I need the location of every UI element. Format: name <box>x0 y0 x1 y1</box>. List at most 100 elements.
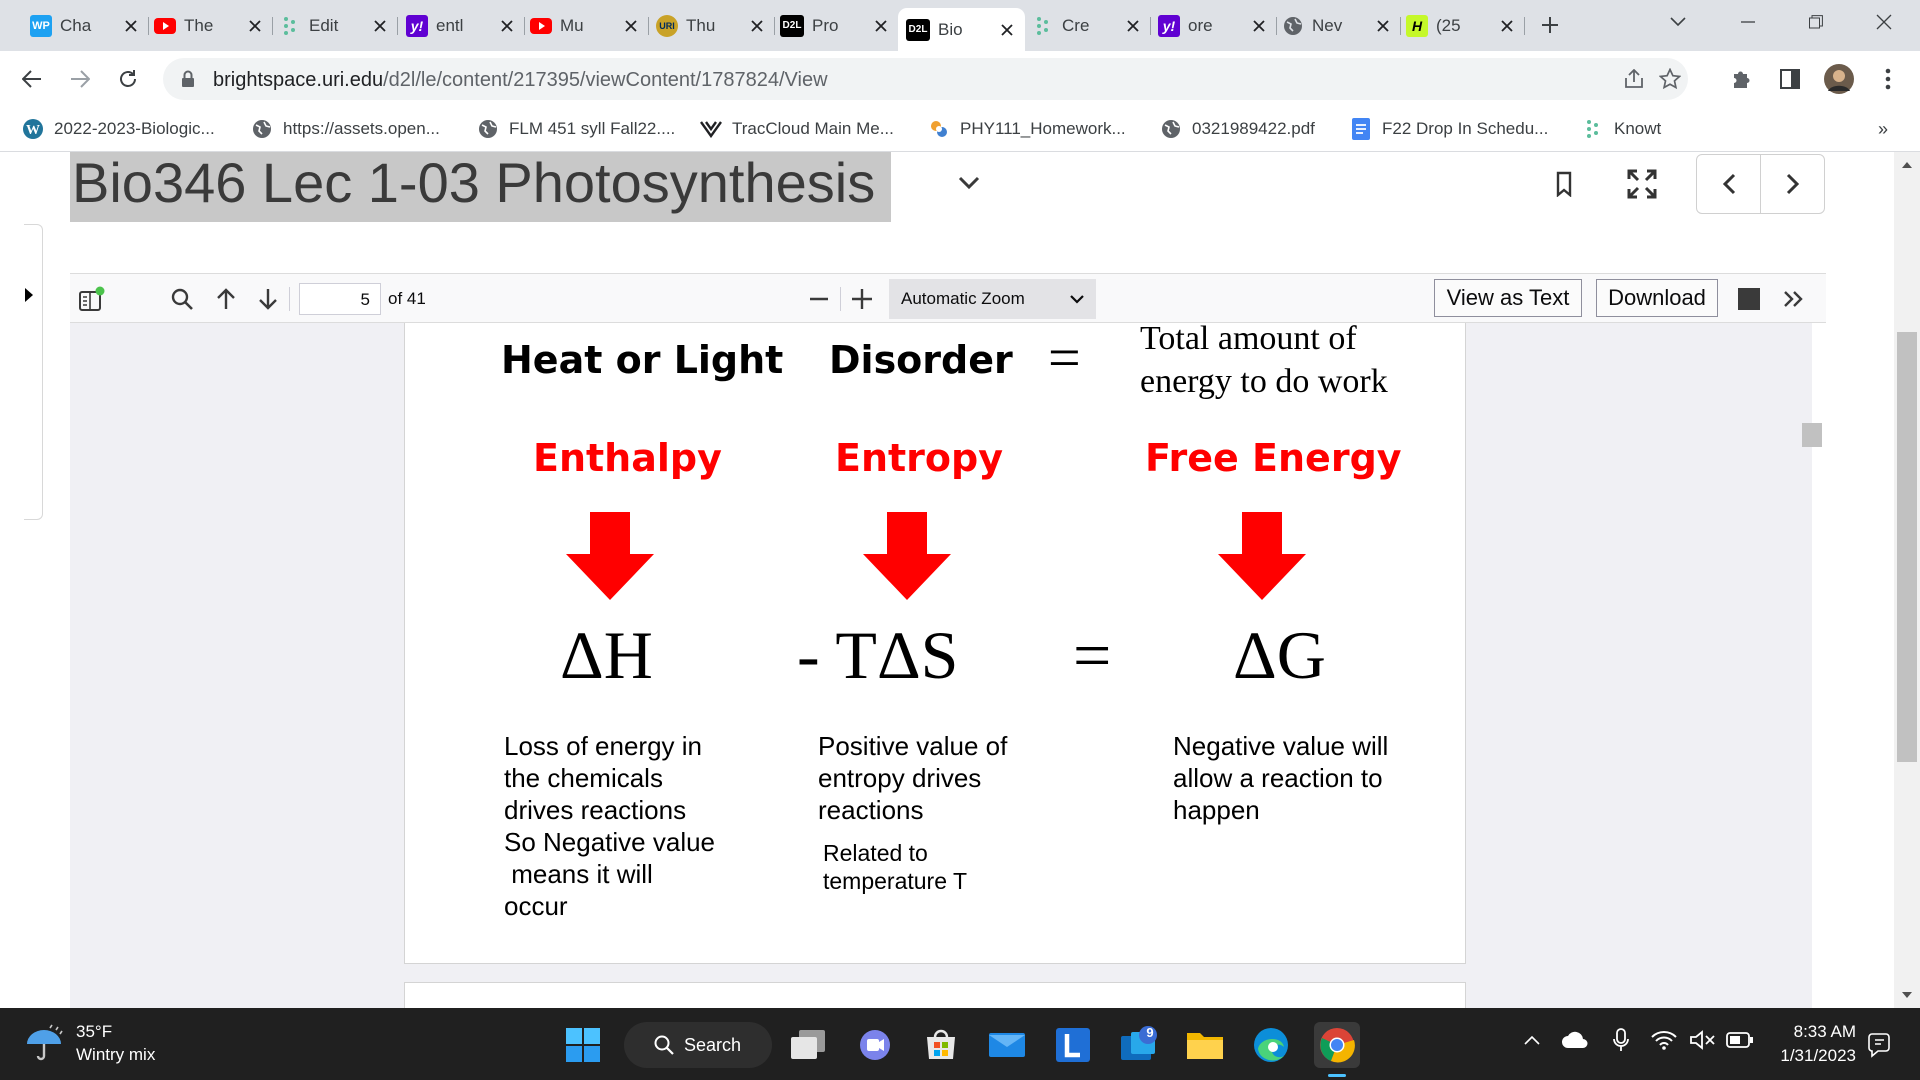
bookmark-item[interactable]: PHY111_Homework... <box>928 115 1126 143</box>
browser-tab[interactable]: Nev <box>1274 8 1401 43</box>
view-as-text-button[interactable]: View as Text <box>1434 279 1582 317</box>
chrome-button[interactable] <box>1314 1022 1360 1068</box>
teams-chat-button[interactable] <box>852 1022 898 1068</box>
expand-side-panel-button[interactable] <box>24 288 33 302</box>
toggle-sidebar-button[interactable] <box>76 283 108 315</box>
minimize-button[interactable] <box>1726 4 1770 40</box>
fullscreen-button[interactable] <box>1622 164 1662 204</box>
presentation-mode-button[interactable] <box>1736 286 1762 312</box>
close-tab-button[interactable] <box>871 16 891 36</box>
reload-icon <box>120 70 136 87</box>
microphone-button[interactable] <box>1598 1028 1644 1052</box>
notifications-button[interactable] <box>1868 1032 1892 1058</box>
browser-tab[interactable]: The <box>146 8 273 43</box>
close-tab-button[interactable] <box>997 20 1017 40</box>
restore-button[interactable] <box>1794 4 1838 40</box>
close-tab-button[interactable] <box>747 16 767 36</box>
close-tab-button[interactable] <box>1123 16 1143 36</box>
side-panel-button[interactable] <box>1774 63 1806 95</box>
description-line: temperature T <box>823 868 968 894</box>
taskbar-clock[interactable]: 8:33 AM 1/31/2023 <box>1776 1020 1856 1068</box>
download-button[interactable]: Download <box>1596 279 1718 317</box>
browser-tab[interactable]: D2L Bio <box>898 8 1025 51</box>
browser-tab[interactable]: Edit <box>271 8 398 43</box>
wifi-button[interactable] <box>1644 1030 1684 1050</box>
description-line: happen <box>1173 795 1260 825</box>
bookmark-item[interactable]: TracCloud Main Me... <box>700 115 894 143</box>
browser-tab[interactable]: Mu <box>522 8 649 43</box>
page-number-input[interactable]: 5 <box>299 283 381 315</box>
task-view-button[interactable] <box>786 1022 832 1068</box>
close-tab-button[interactable] <box>621 16 641 36</box>
browser-tab[interactable]: Cre <box>1024 8 1151 43</box>
browser-tab[interactable]: URI Thu <box>648 8 775 43</box>
close-tab-button[interactable] <box>497 16 517 36</box>
weather-widget[interactable]: 35°F Wintry mix <box>24 1020 155 1066</box>
forward-button[interactable] <box>64 63 96 95</box>
profile-avatar[interactable] <box>1823 63 1855 95</box>
close-tab-button[interactable] <box>370 16 390 36</box>
close-tab-button[interactable] <box>121 16 141 36</box>
show-hidden-icons-button[interactable] <box>1512 1035 1552 1045</box>
pdf-viewer[interactable]: Heat or Light Disorder = Total amount of… <box>70 323 1812 1008</box>
bookmark-item[interactable]: 0321989422.pdf <box>1160 115 1315 143</box>
reload-button[interactable] <box>112 63 144 95</box>
lumin-app-button[interactable] <box>1050 1022 1096 1068</box>
tab-separator <box>1524 17 1525 35</box>
close-window-button[interactable] <box>1862 4 1906 40</box>
bookmark-item[interactable]: W 2022-2023-Biologic... <box>22 115 215 143</box>
document-title: Bio346 Lec 1-03 Photosynthesis <box>72 152 876 214</box>
zoom-in-button[interactable] <box>846 283 878 315</box>
description-line: Related to <box>823 840 928 866</box>
share-button[interactable] <box>1618 63 1650 95</box>
extensions-button[interactable] <box>1726 63 1758 95</box>
close-tab-button[interactable] <box>1373 16 1393 36</box>
onedrive-button[interactable] <box>1552 1031 1598 1049</box>
bookmark-item[interactable]: Knowt <box>1582 115 1661 143</box>
browser-tab[interactable]: WP Cha <box>22 8 149 43</box>
title-dropdown-button[interactable] <box>958 176 980 190</box>
taskbar-search[interactable]: Search <box>624 1022 772 1068</box>
pdf-scrollbar-thumb[interactable] <box>1802 423 1822 447</box>
bookmark-label: Knowt <box>1614 119 1662 138</box>
browser-tab[interactable]: y! entl <box>398 8 525 43</box>
outlook-button[interactable]: 9 <box>1116 1022 1162 1068</box>
description-line: occur <box>504 891 568 921</box>
new-tab-button[interactable] <box>1535 10 1565 40</box>
tools-menu-button[interactable] <box>1778 283 1810 315</box>
start-button[interactable] <box>560 1022 606 1068</box>
bookmark-item[interactable]: F22 Drop In Schedu... <box>1350 115 1548 143</box>
bookmark-item[interactable]: FLM 451 syll Fall22.... <box>477 115 675 143</box>
zoom-out-button[interactable] <box>803 283 835 315</box>
bookmark-document-button[interactable] <box>1544 164 1584 204</box>
mail-button[interactable] <box>984 1022 1030 1068</box>
back-button[interactable] <box>16 63 48 95</box>
volume-button[interactable] <box>1684 1030 1720 1050</box>
address-bar[interactable]: brightspace.uri.edu/d2l/le/content/21739… <box>163 58 1688 100</box>
browser-tab[interactable]: H (25 <box>1398 8 1525 43</box>
close-tab-button[interactable] <box>245 16 265 36</box>
next-page-button[interactable] <box>252 283 284 315</box>
chrome-menu-button[interactable] <box>1872 63 1904 95</box>
battery-button[interactable] <box>1720 1032 1760 1048</box>
browser-tab-title: Mu <box>560 15 584 35</box>
page-scrollbar-thumb[interactable] <box>1897 332 1917 762</box>
tab-search-button[interactable] <box>1656 4 1700 40</box>
zoom-select[interactable]: Automatic Zoom <box>889 279 1096 319</box>
microsoft-store-button[interactable] <box>918 1022 964 1068</box>
file-explorer-button[interactable] <box>1182 1022 1228 1068</box>
globe-icon <box>1282 15 1304 37</box>
bookmark-label: TracCloud Main Me... <box>732 119 894 138</box>
next-topic-button[interactable] <box>1761 155 1824 213</box>
previous-page-button[interactable] <box>210 283 242 315</box>
browser-tab[interactable]: D2L Pro <box>772 8 899 43</box>
browser-tab[interactable]: y! ore <box>1150 8 1277 43</box>
find-button[interactable] <box>166 283 198 315</box>
close-tab-button[interactable] <box>1497 16 1517 36</box>
previous-topic-button[interactable] <box>1697 155 1761 213</box>
bookmark-item[interactable]: https://assets.open... <box>251 115 440 143</box>
close-tab-button[interactable] <box>1249 16 1269 36</box>
edge-button[interactable] <box>1248 1022 1294 1068</box>
bookmarks-overflow-button[interactable]: » <box>1878 115 1888 143</box>
bookmark-star-button[interactable] <box>1654 63 1686 95</box>
